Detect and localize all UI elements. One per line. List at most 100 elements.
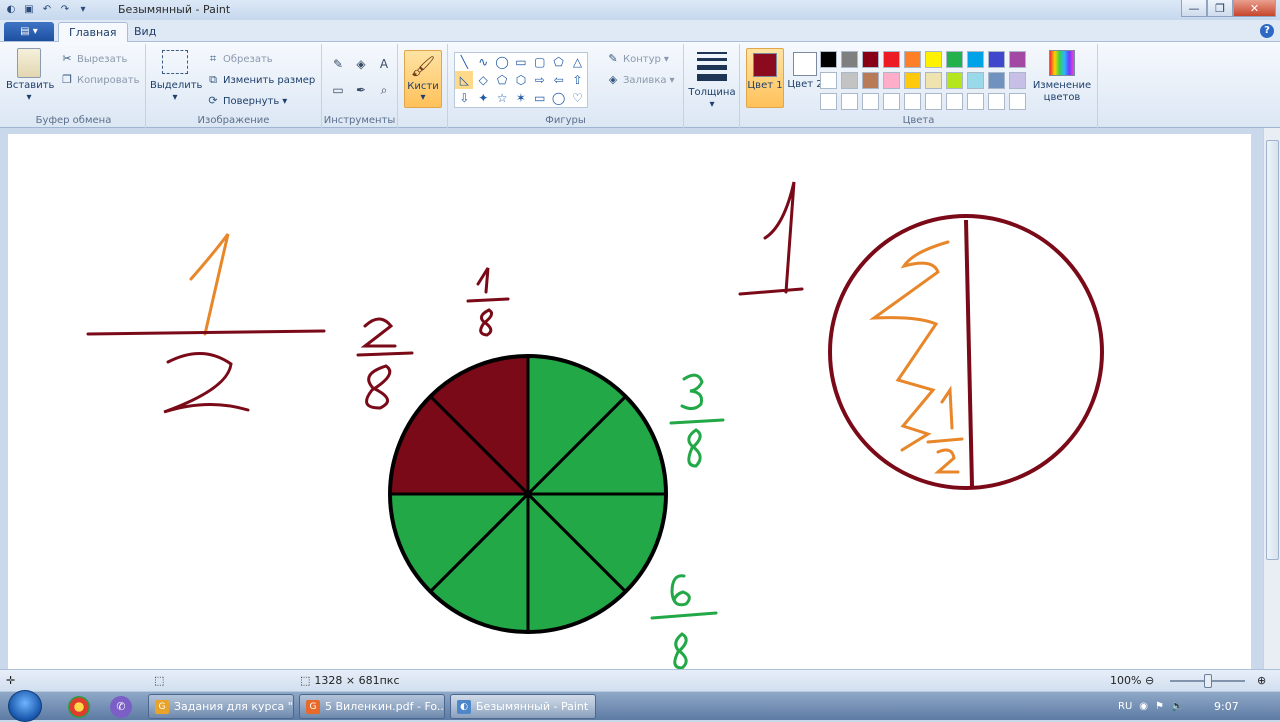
zoom-slider[interactable] [1170,674,1245,688]
heart-shape-icon[interactable]: ♡ [568,89,586,107]
arrow-left-shape-icon[interactable]: ⇦ [550,71,568,89]
palette-color-swatch[interactable] [820,51,837,68]
undo-icon[interactable]: ↶ [40,3,54,17]
palette-color-swatch[interactable] [883,93,900,110]
taskbar-item-chrome[interactable]: G Задания для курса "... [148,694,294,719]
palette-color-swatch[interactable] [925,93,942,110]
star6-shape-icon[interactable]: ✶ [512,89,530,107]
chrome-icon[interactable] [68,696,90,718]
diamond-shape-icon[interactable]: ◇ [474,71,492,89]
language-indicator[interactable]: RU [1118,701,1132,712]
palette-color-swatch[interactable] [820,93,837,110]
star4-shape-icon[interactable]: ✦ [474,89,492,107]
right-triangle-shape-icon[interactable]: ◺ [455,71,474,89]
scrollbar-thumb[interactable] [1266,140,1279,560]
select-button[interactable]: Выделить ▾ [150,50,202,104]
flag-icon[interactable]: ⚑ [1155,701,1164,712]
zoom-in-button[interactable]: ⊕ [1257,674,1266,687]
triangle-shape-icon[interactable]: △ [568,53,586,71]
palette-color-swatch[interactable] [946,93,963,110]
resize-button[interactable]: ⧉ Изменить размер [206,73,315,87]
palette-color-swatch[interactable] [925,51,942,68]
maximize-button[interactable]: ❐ [1207,0,1233,17]
palette-color-swatch[interactable] [904,93,921,110]
brushes-button[interactable]: 🖌 Кисти ▾ [404,50,442,108]
crop-button[interactable]: ⌗ Обрезать [206,52,273,66]
copy-button[interactable]: ❐ Копировать [60,73,139,87]
palette-color-swatch[interactable] [841,93,858,110]
rounded-rect-shape-icon[interactable]: ▢ [531,53,549,71]
callout-oval-shape-icon[interactable]: ◯ [550,89,568,107]
help-icon[interactable]: ? [1260,24,1274,38]
arrow-up-shape-icon[interactable]: ⇧ [568,71,586,89]
curve-shape-icon[interactable]: ∿ [474,53,492,71]
color-picker-icon[interactable]: ✒ [351,80,371,100]
app-menu-button[interactable]: ▤ ▾ [4,22,54,41]
eraser-icon[interactable]: ▭ [328,80,348,100]
arrow-down-shape-icon[interactable]: ⇩ [455,89,473,107]
vertical-scrollbar[interactable] [1263,128,1280,669]
palette-color-swatch[interactable] [988,51,1005,68]
outline-button[interactable]: ✎ Контур ▾ [606,52,669,66]
star5-shape-icon[interactable]: ☆ [493,89,511,107]
taskbar-item-foxit[interactable]: G 5 Виленкин.pdf - Fo... [299,694,445,719]
line-shape-icon[interactable]: ╲ [455,53,473,71]
palette-color-swatch[interactable] [967,72,984,89]
tab-view[interactable]: Вид [124,22,166,42]
redo-icon[interactable]: ↷ [58,3,72,17]
callout-rect-shape-icon[interactable]: ▭ [531,89,549,107]
color1-button[interactable]: Цвет 1 [746,48,784,108]
rotate-button[interactable]: ⟳ Повернуть ▾ [206,94,287,108]
palette-color-swatch[interactable] [862,51,879,68]
zoom-slider-knob[interactable] [1204,674,1212,688]
text-tool-icon[interactable]: A [374,54,394,74]
magnifier-icon[interactable]: ⌕ [374,80,394,100]
palette-color-swatch[interactable] [862,93,879,110]
network-icon[interactable]: ◉ [1139,701,1148,712]
palette-color-swatch[interactable] [1009,93,1026,110]
palette-color-swatch[interactable] [841,72,858,89]
palette-color-swatch[interactable] [883,72,900,89]
palette-color-swatch[interactable] [967,93,984,110]
palette-color-swatch[interactable] [841,51,858,68]
paint-icon[interactable]: ◐ [4,3,18,17]
pentagon-shape-icon[interactable]: ⬠ [493,71,511,89]
palette-color-swatch[interactable] [904,72,921,89]
fill-bucket-icon[interactable]: ◈ [351,54,371,74]
polygon-shape-icon[interactable]: ⬠ [550,53,568,71]
clock[interactable]: 9:07 [1214,700,1239,713]
palette-color-swatch[interactable] [904,51,921,68]
palette-color-swatch[interactable] [925,72,942,89]
palette-color-swatch[interactable] [883,51,900,68]
tab-home[interactable]: Главная [58,22,128,42]
fill-button[interactable]: ◈ Заливка ▾ [606,73,675,87]
rectangle-shape-icon[interactable]: ▭ [512,53,530,71]
palette-color-swatch[interactable] [988,93,1005,110]
cut-button[interactable]: ✂ Вырезать [60,52,127,66]
close-button[interactable]: ✕ [1233,0,1276,17]
color2-button[interactable]: Цвет 2 [786,48,824,108]
hexagon-shape-icon[interactable]: ⬡ [512,71,530,89]
drawing-canvas[interactable] [8,134,1251,669]
taskbar-item-paint[interactable]: ◐ Безымянный - Paint [450,694,596,719]
palette-color-swatch[interactable] [988,72,1005,89]
palette-color-swatch[interactable] [1009,51,1026,68]
viber-icon[interactable]: ✆ [110,696,132,718]
minimize-button[interactable]: — [1181,0,1207,17]
pencil-icon[interactable]: ✎ [328,54,348,74]
oval-shape-icon[interactable]: ◯ [493,53,511,71]
palette-color-swatch[interactable] [862,72,879,89]
palette-color-swatch[interactable] [1009,72,1026,89]
arrow-right-shape-icon[interactable]: ⇨ [531,71,549,89]
palette-color-swatch[interactable] [946,72,963,89]
zoom-out-button[interactable]: ⊖ [1145,674,1154,687]
palette-color-swatch[interactable] [946,51,963,68]
volume-icon[interactable]: 🔈 [1171,701,1183,712]
customize-qat-icon[interactable]: ▾ [76,3,90,17]
edit-colors-button[interactable]: Изменение цветов [1032,50,1092,104]
palette-color-swatch[interactable] [967,51,984,68]
size-button[interactable]: Толщина ▾ [688,50,736,111]
palette-color-swatch[interactable] [820,72,837,89]
paste-button[interactable]: Вставить ▾ [6,48,54,104]
save-icon[interactable]: ▣ [22,3,36,17]
